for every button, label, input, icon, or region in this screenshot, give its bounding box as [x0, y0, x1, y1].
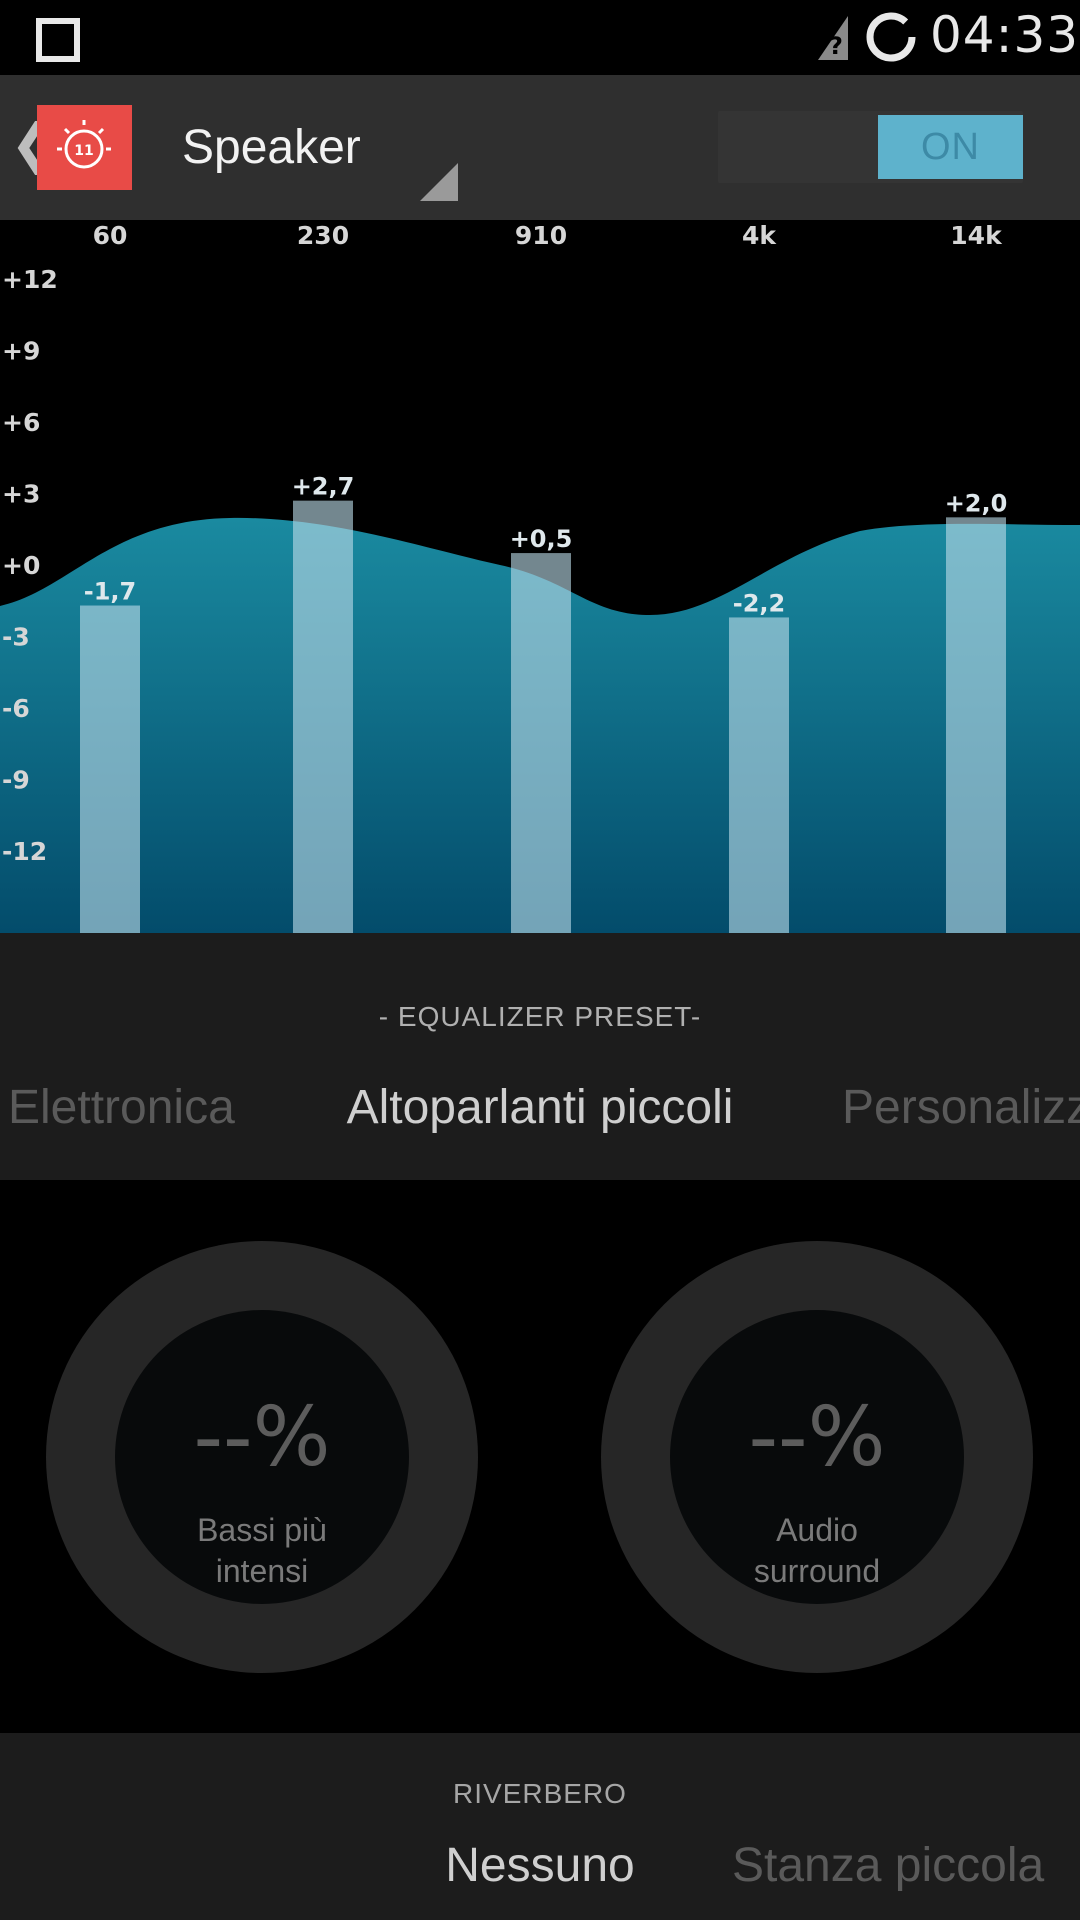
eq-y-tick: +12 — [2, 265, 58, 294]
surround-knob-center: --% Audio surround — [670, 1310, 964, 1604]
bass-boost-label: Bassi più intensi — [197, 1512, 327, 1589]
status-bar: ? 04:33 — [0, 0, 1080, 75]
eq-y-tick: +9 — [2, 337, 40, 366]
eq-band-value-label: -1,7 — [84, 578, 136, 606]
eq-y-tick: -6 — [2, 694, 30, 723]
square-icon — [36, 18, 80, 62]
eq-band-bar[interactable] — [946, 517, 1006, 933]
svg-text:?: ? — [829, 32, 843, 60]
eq-y-tick: +0 — [2, 551, 40, 580]
eq-band-value-label: -2,2 — [733, 589, 785, 617]
power-toggle[interactable]: ON — [718, 111, 1023, 183]
reverb-item-stanza-piccola[interactable]: Stanza piccola — [732, 1838, 1044, 1893]
surround-value: --% — [748, 1390, 886, 1485]
eq-frequency-label: 4k — [742, 221, 777, 250]
eq-band-value-label: +0,5 — [510, 525, 573, 553]
output-device-title[interactable]: Speaker — [182, 120, 361, 175]
reverb-title: RIVERBERO — [453, 1778, 627, 1809]
eq-frequency-label: 60 — [93, 221, 128, 250]
equalizer-chart[interactable]: +12 +9 +6 +3 +0 -3 -6 -9 -12 -1,7 +2,7 +0,5 -2,2 +2,… — [0, 220, 1080, 933]
bass-boost-value: --% — [193, 1390, 331, 1485]
bass-boost-knob-center: --% Bassi più intensi — [115, 1310, 409, 1604]
eq-band-value-label: +2,7 — [292, 473, 355, 501]
eq-y-tick: +6 — [2, 408, 40, 437]
eq-frequency-label: 14k — [950, 221, 1003, 250]
eq-frequency-label: 910 — [515, 221, 567, 250]
eq-y-tick: -3 — [2, 623, 30, 652]
bass-boost-knob[interactable]: --% Bassi più intensi — [46, 1241, 478, 1673]
app-header: ❮ 11 Speaker ON — [0, 75, 1080, 220]
toggle-on-label: ON — [878, 115, 1023, 179]
status-time: 04:33 — [930, 6, 1080, 64]
dropdown-corner-icon[interactable] — [420, 163, 458, 201]
eq-band-bar[interactable] — [729, 617, 789, 933]
signal-unknown-icon: ? — [818, 16, 848, 60]
eq-band-value-label: +2,0 — [945, 489, 1008, 517]
preset-item-personalizzato[interactable]: Personalizz — [842, 1080, 1080, 1135]
eq-y-tick: -9 — [2, 766, 30, 795]
timer-icon: 11 — [57, 120, 111, 169]
loading-ring-icon — [866, 12, 916, 62]
eq-band-bar[interactable] — [80, 605, 140, 933]
reverb-panel: RIVERBERO Nessuno Stanza piccola — [0, 1733, 1080, 1920]
preset-title: - EQUALIZER PRESET- — [378, 1001, 702, 1032]
eq-band-bar[interactable] — [293, 500, 353, 933]
app-logo[interactable]: 11 — [37, 105, 132, 190]
surround-knob[interactable]: --% Audio surround — [601, 1241, 1033, 1673]
eq-band-bar[interactable] — [511, 553, 571, 933]
equalizer-preset-panel: - EQUALIZER PRESET- Elettronica Altoparl… — [0, 933, 1080, 1180]
eq-frequency-label: 230 — [297, 221, 349, 250]
svg-text:11: 11 — [74, 143, 93, 159]
eq-y-tick: +3 — [2, 480, 40, 509]
eq-y-tick: -12 — [2, 837, 47, 866]
surround-label: Audio surround — [753, 1512, 881, 1589]
